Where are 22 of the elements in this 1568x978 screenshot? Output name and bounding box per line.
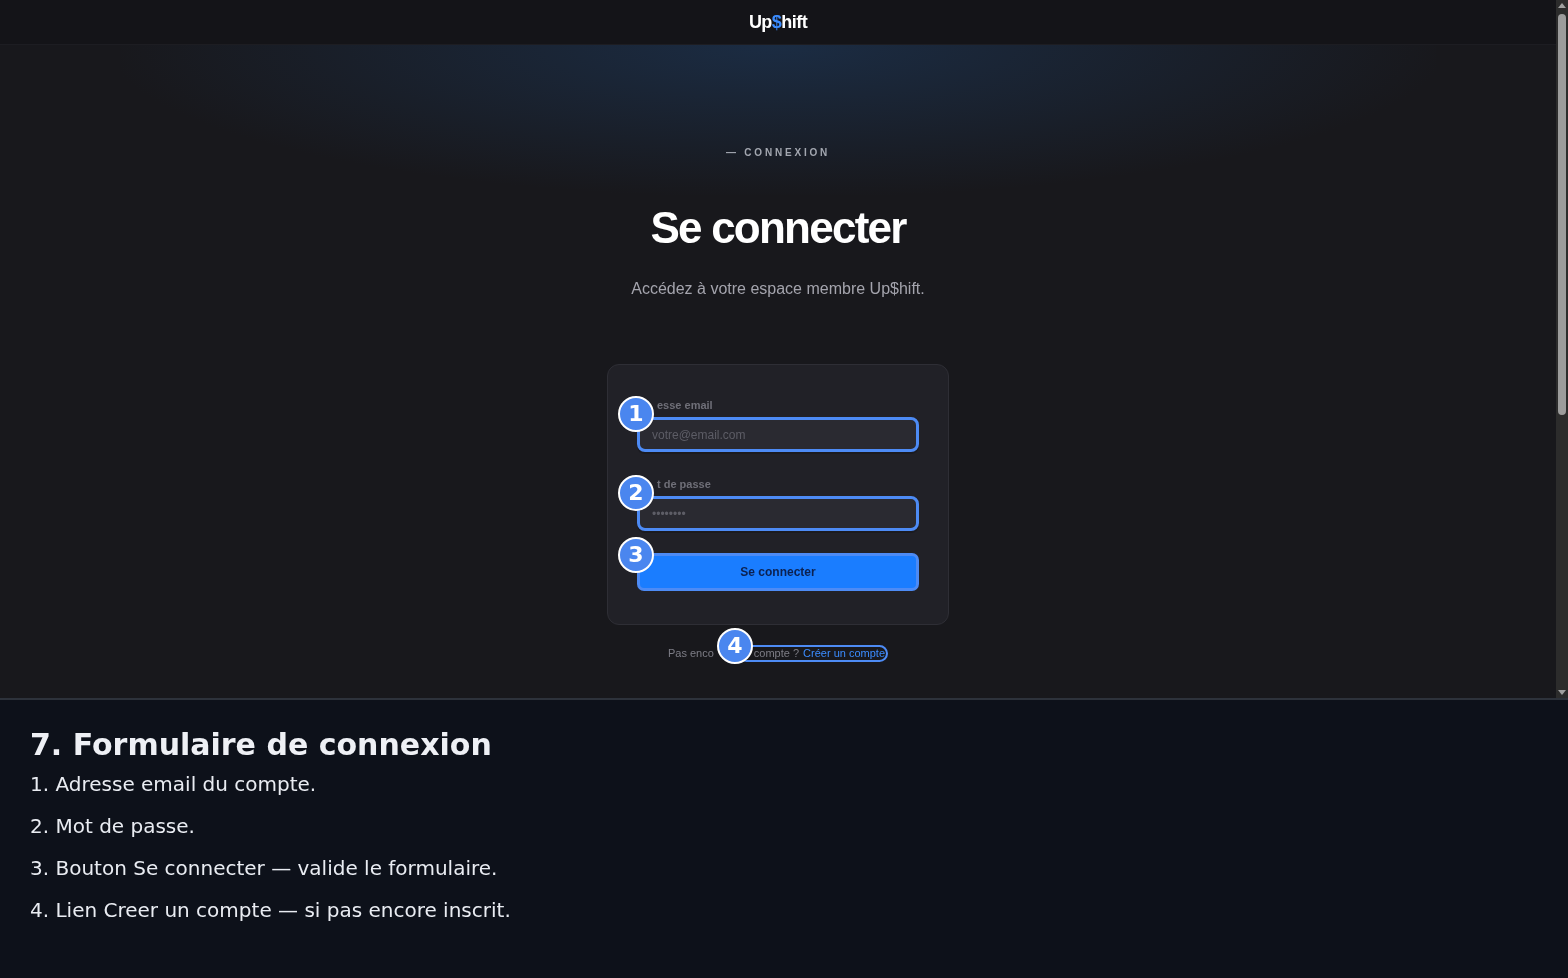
caption-title: 7. Formulaire de connexion <box>30 727 492 763</box>
callout-badge: 3 <box>618 537 654 573</box>
scrollbar[interactable] <box>1556 0 1568 698</box>
scrollbar-thumb[interactable] <box>1558 14 1566 415</box>
signup-prompt: Pas enco <box>667 647 714 660</box>
create-account-link[interactable]: Créer un compte <box>803 647 886 660</box>
scroll-down-arrow-icon[interactable] <box>1558 690 1566 695</box>
field-label: t de passe <box>656 477 712 491</box>
caption-item: 3. Bouton Se connecter — valide le formulaire. <box>30 855 498 882</box>
page-subtitle: Accédez à votre espace membre Up$hift. <box>631 279 925 299</box>
scroll-up-arrow-icon[interactable] <box>1558 3 1566 8</box>
caption-item: 1. Adresse email du compte. <box>30 771 317 798</box>
page-title: Se connecter <box>650 202 906 254</box>
callout-badge: 2 <box>618 475 654 511</box>
section-eyebrow: — CONNEXION <box>725 147 831 159</box>
caption-item: 2. Mot de passe. <box>30 813 195 840</box>
callout-badge: 4 <box>716 628 753 664</box>
logo: Up$hift <box>748 11 808 33</box>
field-label: esse email <box>656 398 714 412</box>
caption-item: 4. Lien Creer un compte — si pas encore inscrit. <box>30 897 511 924</box>
callout-badge: 1 <box>618 396 654 432</box>
signup-prompt: compte ? <box>753 647 800 660</box>
